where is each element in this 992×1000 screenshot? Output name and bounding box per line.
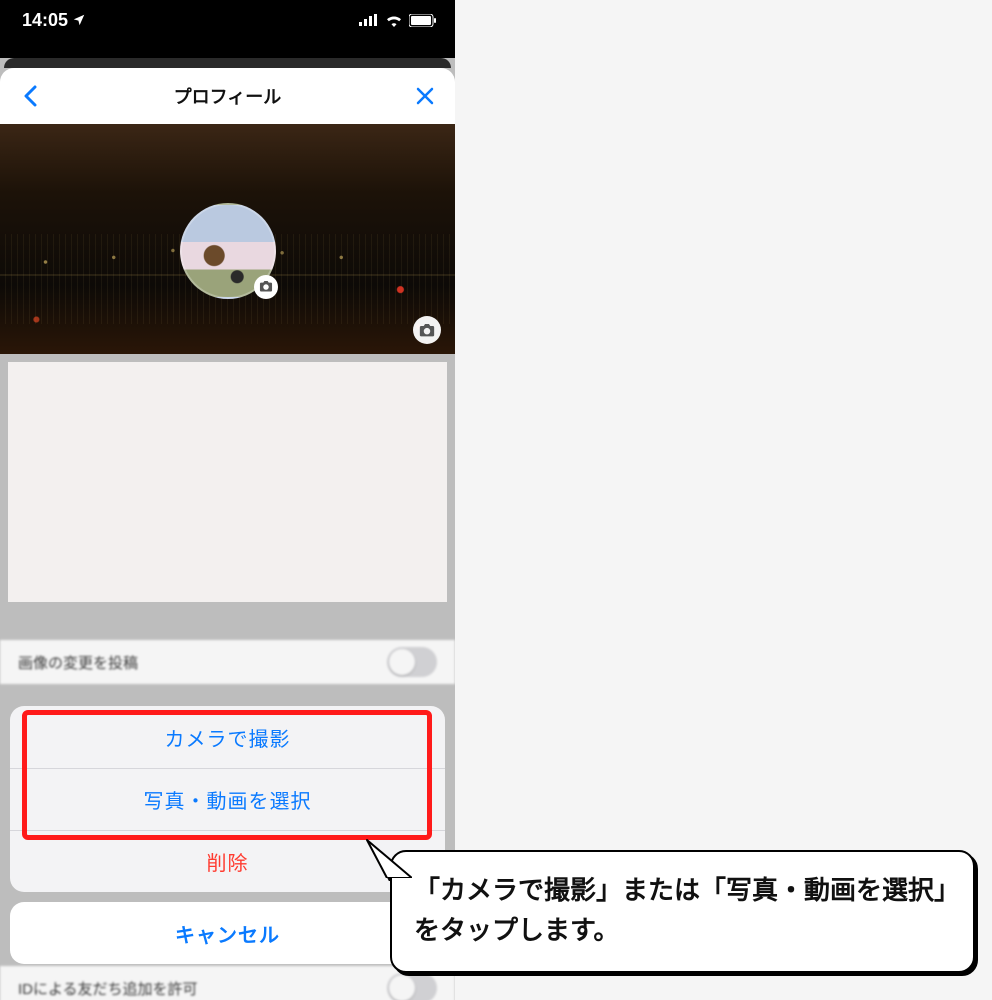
setting-label: 画像の変更を投稿	[18, 652, 138, 673]
avatar-camera-button[interactable]	[254, 275, 278, 299]
back-button[interactable]	[16, 82, 44, 110]
setting-post-image-change: 画像の変更を投稿	[0, 640, 455, 684]
navbar: プロフィール	[0, 68, 455, 124]
tutorial-callout: 「カメラで撮影」または「写真・動画を選択」をタップします。	[390, 850, 975, 973]
cover-photo[interactable]	[0, 124, 455, 354]
action-sheet-cancel-group: キャンセル	[10, 902, 445, 964]
cellular-icon	[359, 14, 379, 26]
status-time: 14:05	[22, 10, 68, 31]
toggle[interactable]	[387, 973, 437, 1000]
cover-camera-button[interactable]	[413, 316, 441, 344]
chevron-left-icon	[23, 85, 37, 107]
sheet-peek	[0, 40, 455, 58]
statusbar: 14:05	[0, 0, 455, 40]
camera-icon	[419, 324, 435, 337]
toggle[interactable]	[387, 647, 437, 677]
close-button[interactable]	[411, 82, 439, 110]
setting-label: IDによる友だち追加を許可	[18, 978, 198, 999]
close-icon	[415, 86, 435, 106]
wifi-icon	[385, 14, 403, 27]
battery-icon	[409, 14, 437, 27]
callout-text: 「カメラで撮影」または「写真・動画を選択」をタップします。	[414, 875, 947, 945]
page-title: プロフィール	[174, 83, 282, 109]
location-icon	[72, 13, 86, 27]
action-cancel[interactable]: キャンセル	[10, 902, 445, 964]
profile-avatar[interactable]	[180, 203, 276, 299]
action-camera[interactable]: カメラで撮影	[10, 706, 445, 768]
camera-icon	[259, 281, 273, 292]
card-top	[4, 58, 451, 68]
action-select-media[interactable]: 写真・動画を選択	[10, 768, 445, 830]
profile-fields-panel	[8, 362, 447, 602]
callout-tail-icon	[362, 838, 412, 878]
